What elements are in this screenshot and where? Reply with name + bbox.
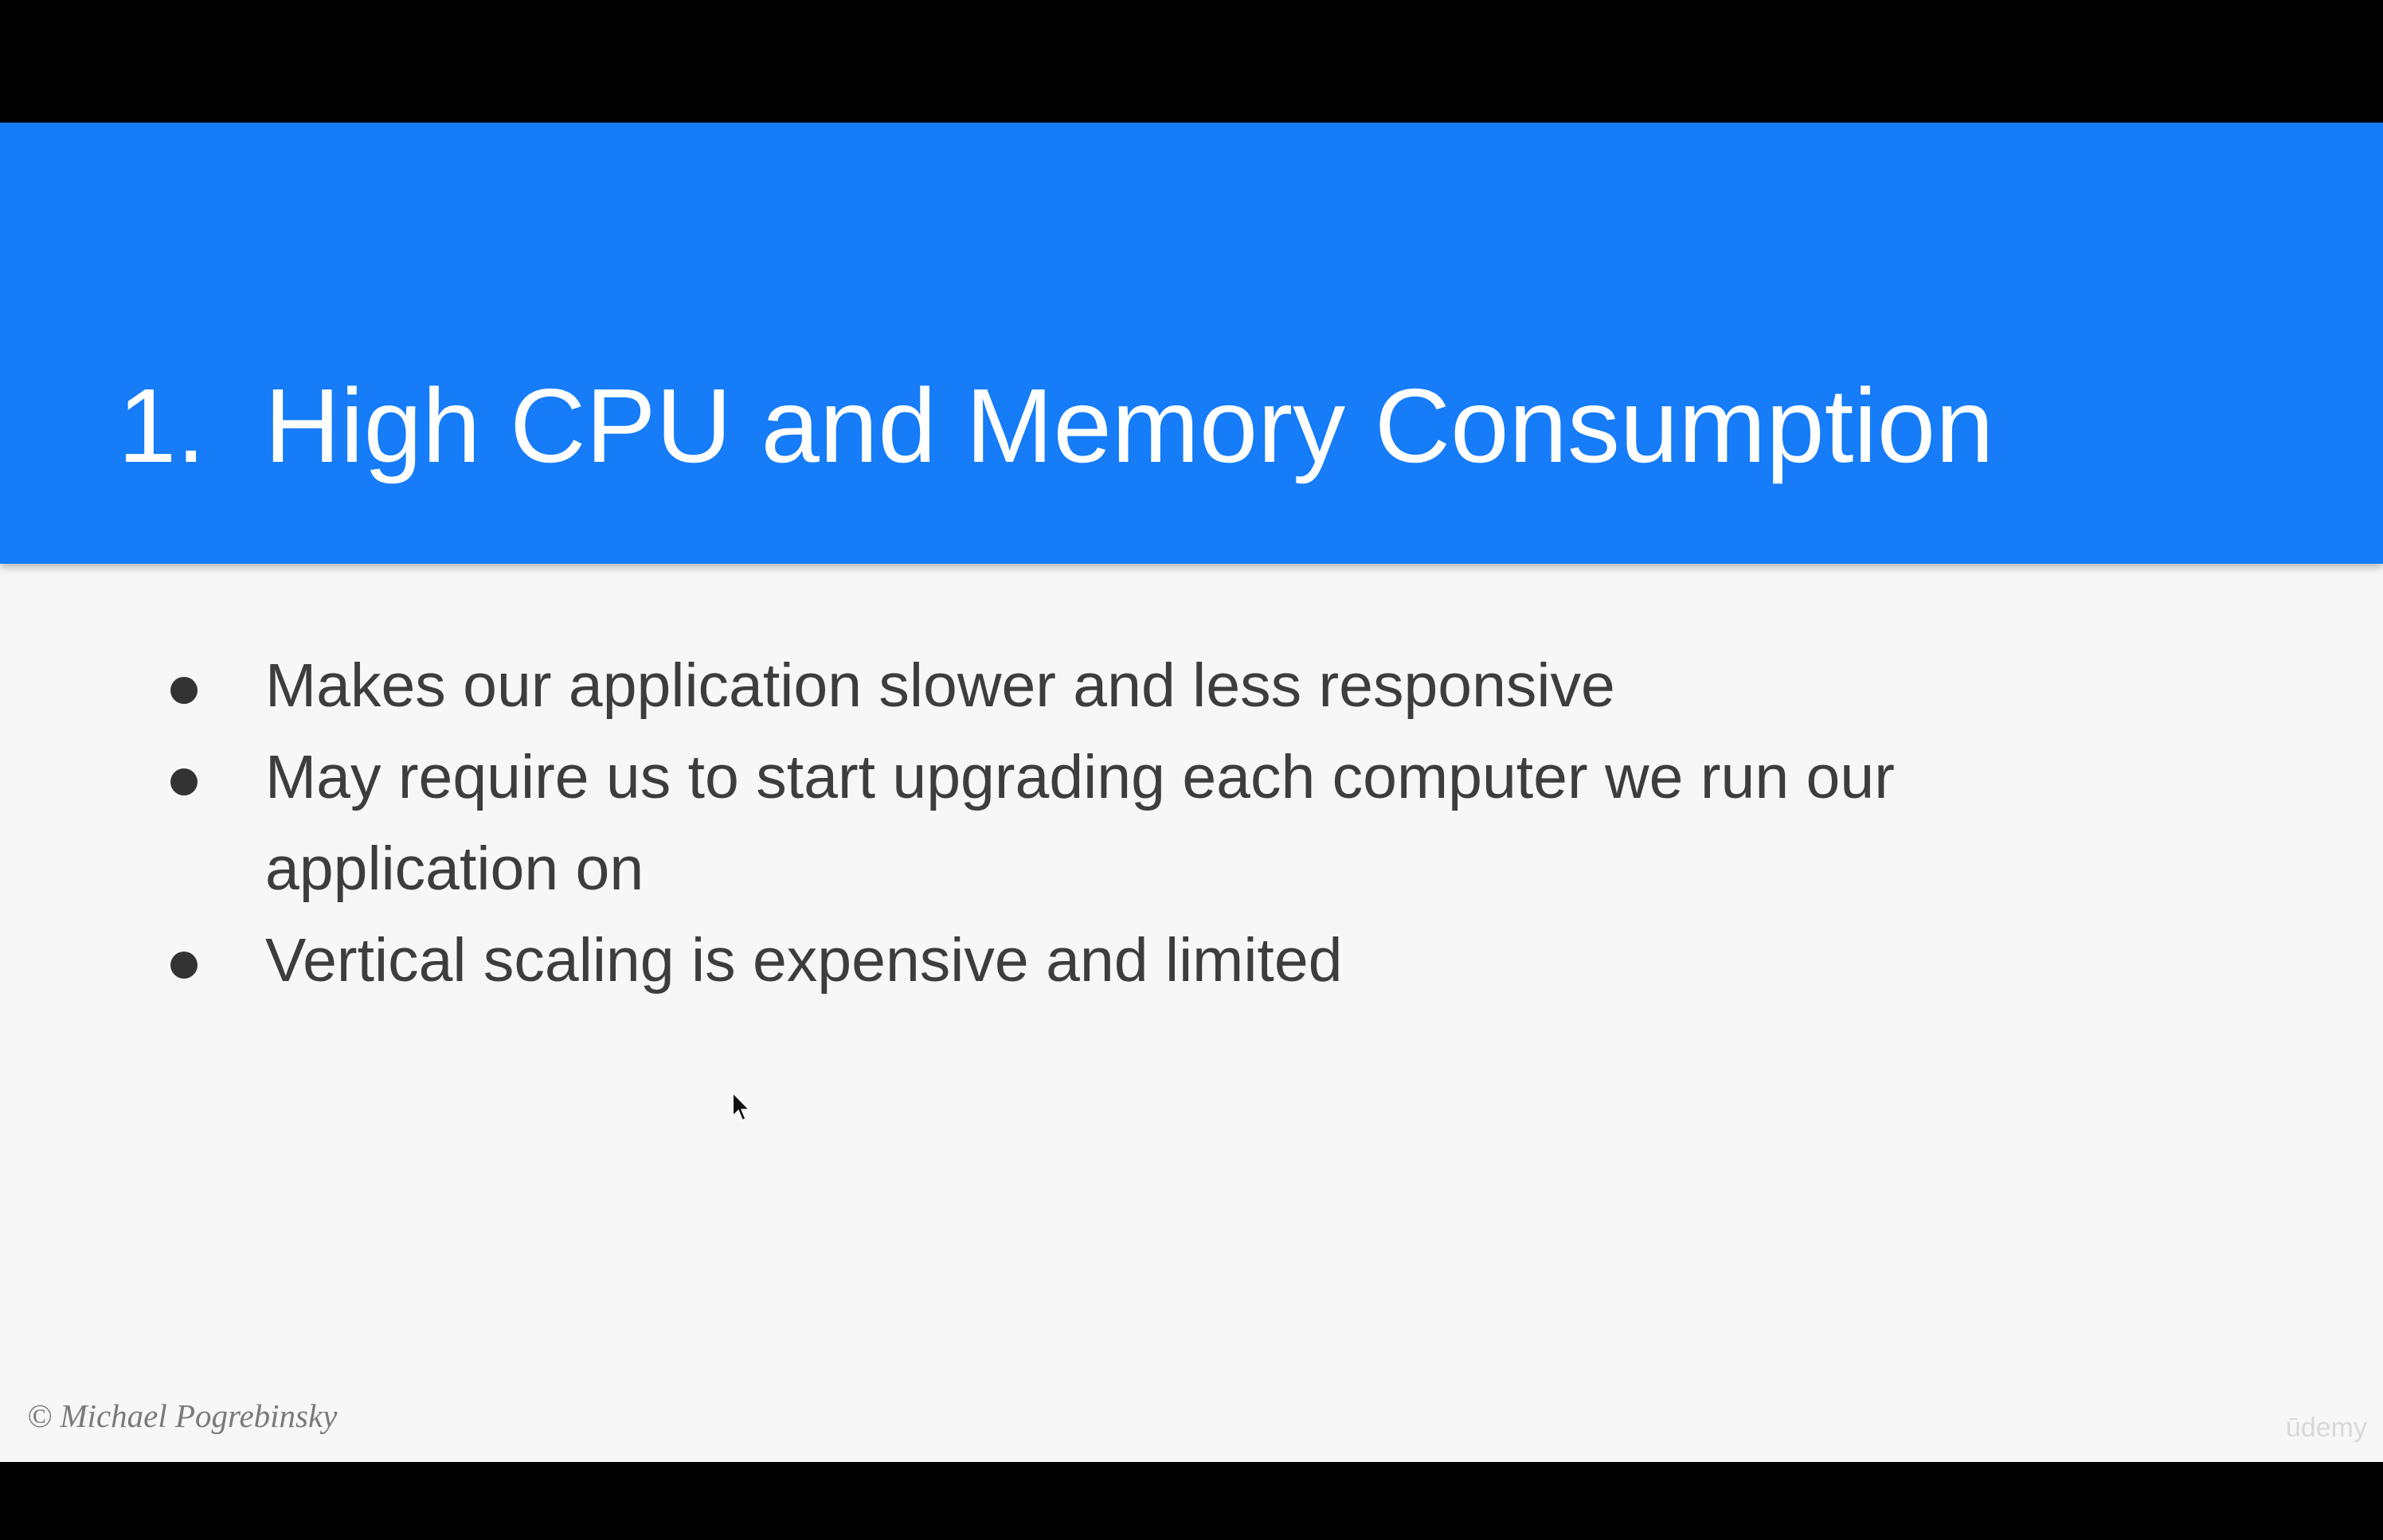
- bullet-item: May require us to start upgrading each c…: [0, 732, 2057, 915]
- video-player-screen: 1. High CPU and Memory Consumption Makes…: [0, 0, 2383, 1540]
- udemy-watermark: ūdemy: [2285, 1413, 2367, 1443]
- bullet-text: May require us to start upgrading each c…: [265, 743, 1895, 903]
- mouse-pointer-icon: [732, 1091, 752, 1122]
- slide-header: 1. High CPU and Memory Consumption: [0, 123, 2383, 564]
- presentation-slide: 1. High CPU and Memory Consumption Makes…: [0, 123, 2383, 1462]
- copyright-notice: © Michael Pogrebinsky: [27, 1397, 338, 1434]
- slide-title-number: 1.: [118, 366, 206, 484]
- slide-title-text: High CPU and Memory Consumption: [264, 366, 1994, 484]
- bullet-item: Makes our application slower and less re…: [0, 640, 2057, 732]
- bullet-text: Vertical scaling is expensive and limite…: [265, 926, 1343, 995]
- bullet-text: Makes our application slower and less re…: [265, 651, 1615, 720]
- bullet-item: Vertical scaling is expensive and limite…: [0, 915, 2057, 1006]
- bullet-dot-icon: [170, 677, 198, 704]
- bullet-dot-icon: [170, 768, 198, 795]
- bullet-list: Makes our application slower and less re…: [0, 640, 2383, 1006]
- slide-title: 1. High CPU and Memory Consumption: [118, 362, 1994, 489]
- bullet-dot-icon: [170, 952, 198, 979]
